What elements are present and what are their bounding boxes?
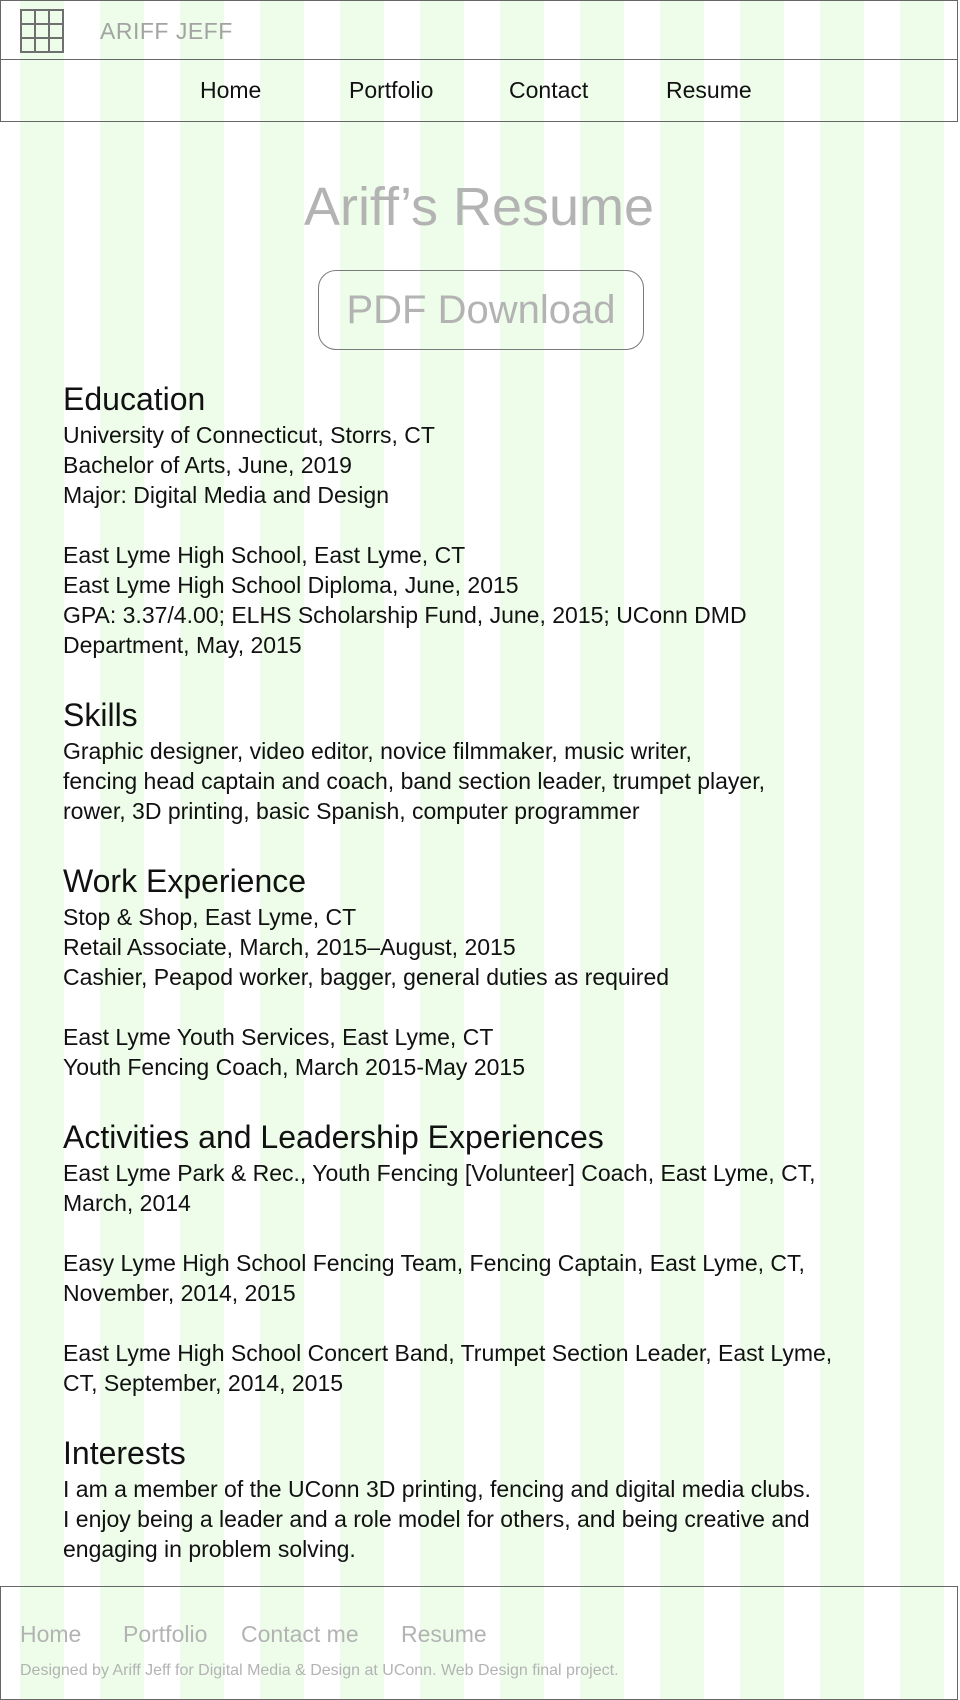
skills-line: Graphic designer, video editor, novice f… xyxy=(63,738,692,764)
top-bar: ARIFF JEFF xyxy=(0,0,958,60)
footer: Home Portfolio Contact me Resume Designe… xyxy=(0,1586,958,1700)
work-line: Stop & Shop, East Lyme, CT xyxy=(63,904,357,930)
nav-home[interactable]: Home xyxy=(200,77,261,104)
page-title: Ariff’s Resume xyxy=(303,177,655,237)
nav-portfolio[interactable]: Portfolio xyxy=(349,77,433,104)
education-section: Education University of Connecticut, Sto… xyxy=(63,378,923,660)
activities-line: CT, September, 2014, 2015 xyxy=(63,1370,344,1396)
education-line: Department, May, 2015 xyxy=(63,632,302,658)
work-line: Youth Fencing Coach, March 2015-May 2015 xyxy=(63,1054,525,1080)
work-title: Work Experience xyxy=(63,863,307,899)
main-nav: Home Portfolio Contact Resume xyxy=(0,60,958,122)
interests-line: engaging in problem solving. xyxy=(63,1536,356,1562)
activities-line: November, 2014, 2015 xyxy=(63,1280,296,1306)
skills-title: Skills xyxy=(63,697,138,733)
interests-title: Interests xyxy=(63,1435,186,1471)
education-line: GPA: 3.37/4.00; ELHS Scholarship Fund, J… xyxy=(63,602,747,628)
interests-section: Interests I am a member of the UConn 3D … xyxy=(63,1432,923,1564)
nav-resume[interactable]: Resume xyxy=(666,77,752,104)
skills-line: fencing head captain and coach, band sec… xyxy=(63,768,765,794)
education-line: Bachelor of Arts, June, 2019 xyxy=(63,452,352,478)
education-line: University of Connecticut, Storrs, CT xyxy=(63,422,435,448)
education-line: Major: Digital Media and Design xyxy=(63,482,389,508)
skills-line: rower, 3D printing, basic Spanish, compu… xyxy=(63,798,640,824)
work-line: East Lyme Youth Services, East Lyme, CT xyxy=(63,1024,494,1050)
nav-contact[interactable]: Contact xyxy=(509,77,588,104)
footer-link-home[interactable]: Home xyxy=(20,1621,81,1648)
interests-line: I am a member of the UConn 3D printing, … xyxy=(63,1476,811,1502)
education-line: East Lyme High School Diploma, June, 201… xyxy=(63,572,519,598)
work-line: Cashier, Peapod worker, bagger, general … xyxy=(63,964,670,990)
activities-line: East Lyme High School Concert Band, Trum… xyxy=(63,1340,833,1366)
education-line: East Lyme High School, East Lyme, CT xyxy=(63,542,466,568)
activities-line: Easy Lyme High School Fencing Team, Fenc… xyxy=(63,1250,805,1276)
activities-line: March, 2014 xyxy=(63,1190,191,1216)
work-section: Work Experience Stop & Shop, East Lyme, … xyxy=(63,860,923,1082)
footer-link-contact[interactable]: Contact me xyxy=(241,1621,359,1648)
activities-line: East Lyme Park & Rec., Youth Fencing [Vo… xyxy=(63,1160,816,1186)
resume-content: Education University of Connecticut, Sto… xyxy=(63,378,923,1564)
grid-icon[interactable] xyxy=(20,9,64,53)
brand-name: ARIFF JEFF xyxy=(100,18,233,44)
interests-line: I enjoy being a leader and a role model … xyxy=(63,1506,810,1532)
footer-link-portfolio[interactable]: Portfolio xyxy=(123,1621,207,1648)
pdf-download-button[interactable]: PDF Download xyxy=(318,270,644,350)
work-line: Retail Associate, March, 2015–August, 20… xyxy=(63,934,516,960)
footer-credits: Designed by Ariff Jeff for Digital Media… xyxy=(20,1662,619,1679)
activities-title: Activities and Leadership Experiences xyxy=(63,1119,604,1155)
activities-section: Activities and Leadership Experiences Ea… xyxy=(63,1116,923,1398)
education-title: Education xyxy=(63,381,206,417)
footer-link-resume[interactable]: Resume xyxy=(401,1621,487,1648)
skills-section: Skills Graphic designer, video editor, n… xyxy=(63,694,923,826)
